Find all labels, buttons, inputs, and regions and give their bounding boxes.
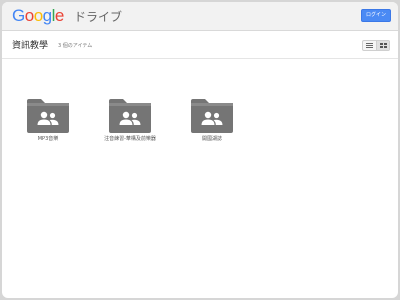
folder-name[interactable]: MP3音樂 xyxy=(24,136,72,143)
logo-letter: e xyxy=(54,6,64,25)
item-count: 3 個のアイテム xyxy=(58,43,93,49)
shared-folder-icon xyxy=(109,99,151,133)
logo-letter: g xyxy=(42,6,52,25)
grid-view-icon xyxy=(379,43,387,48)
folder-item[interactable] xyxy=(106,98,154,134)
folder-toolbar: 資訊教學 3 個のアイテム xyxy=(2,32,398,59)
app-window: Google ドライブ ログイン 資訊教學 3 個のアイテム MP3音樂 注音練… xyxy=(2,2,398,298)
shared-folder-icon xyxy=(27,99,69,133)
logo-letter: o xyxy=(24,6,34,25)
logo-letter: o xyxy=(33,6,43,25)
top-bar: Google ドライブ ログイン xyxy=(2,2,398,31)
logo-letter: G xyxy=(12,6,25,25)
folder-name[interactable]: 開國湖誌 xyxy=(188,136,236,143)
folder-name[interactable]: 注音練習-華構及前樂器 xyxy=(98,136,162,143)
list-view-button[interactable] xyxy=(363,41,376,50)
product-name: ドライブ xyxy=(74,10,123,24)
folder-item[interactable] xyxy=(188,98,236,134)
login-button[interactable]: ログイン xyxy=(361,9,391,22)
folder-item[interactable] xyxy=(24,98,72,134)
view-toggle xyxy=(362,40,390,51)
google-logo[interactable]: Google xyxy=(12,6,64,26)
shared-folder-icon xyxy=(191,99,233,133)
grid-view-button[interactable] xyxy=(376,41,389,50)
folder-title: 資訊教學 xyxy=(12,41,49,51)
list-view-icon xyxy=(366,43,373,48)
